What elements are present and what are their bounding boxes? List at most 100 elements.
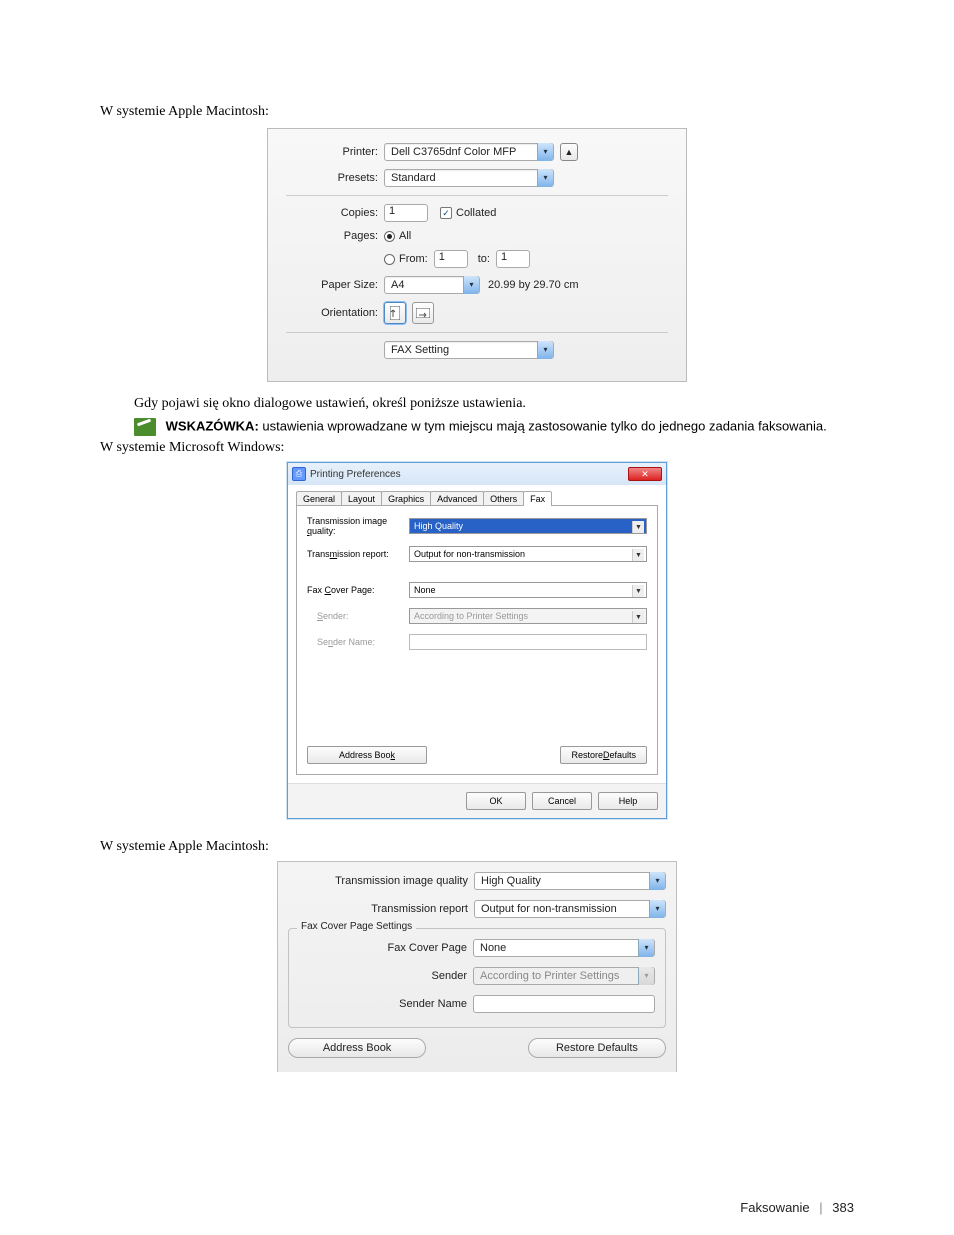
tab-bar: General Layout Graphics Advanced Others …: [296, 491, 658, 506]
tab-panel: Transmission image quality: High Quality…: [296, 505, 658, 775]
sender-name-label: Sender Name:: [307, 637, 409, 647]
text-after-mac: Gdy pojawi się okno dialogowe ustawień, …: [134, 396, 854, 412]
chevron-down-icon: ▾: [638, 967, 654, 985]
pages-to-label: to:: [478, 253, 490, 265]
pages-label: Pages:: [286, 230, 378, 242]
transmission-report-select[interactable]: Output for non-transmission ▼: [409, 546, 647, 562]
close-button[interactable]: ✕: [628, 467, 662, 481]
tab-others[interactable]: Others: [483, 491, 524, 506]
fax-cover-page-settings-group: Fax Cover Page Settings Fax Cover Page N…: [288, 928, 666, 1028]
collated-label: Collated: [456, 207, 496, 219]
tip-label: WSKAZÓWKA:: [166, 418, 259, 433]
chevron-down-icon: ▾: [537, 169, 553, 187]
pencil-icon: [134, 418, 156, 436]
orientation-label: Orientation:: [286, 307, 378, 319]
separator: [286, 195, 668, 196]
mac-fax-settings-panel: Transmission image quality High Quality …: [277, 861, 677, 1072]
orientation-portrait-button[interactable]: [384, 302, 406, 324]
collated-checkbox[interactable]: ✓: [440, 207, 452, 219]
fax-cover-page-label: Fax Cover Page:: [307, 585, 409, 595]
sender-select: According to Printer Settings ▼: [409, 608, 647, 624]
tab-fax[interactable]: Fax: [523, 491, 552, 506]
orientation-landscape-button[interactable]: [412, 302, 434, 324]
transmission-image-quality-label: Transmission image quality:: [307, 516, 409, 536]
page-footer: Faksowanie | 383: [740, 1200, 854, 1215]
footer-separator: |: [819, 1200, 822, 1215]
ok-button[interactable]: OK: [466, 792, 526, 810]
dialog-button-row: OK Cancel Help: [288, 783, 666, 818]
chevron-down-icon: ▾: [463, 276, 479, 294]
restore-defaults-button[interactable]: Restore Defaults: [528, 1038, 666, 1058]
pages-from-radio[interactable]: [384, 254, 395, 265]
text-mac-heading-1: W systemie Apple Macintosh:: [100, 104, 854, 120]
tab-advanced[interactable]: Advanced: [430, 491, 484, 506]
window-titlebar: ⎙ Printing Preferences ✕: [288, 463, 666, 485]
sender-value: According to Printer Settings: [414, 611, 528, 621]
printer-select[interactable]: Dell C3765dnf Color MFP ▾: [384, 143, 554, 161]
papersize-select[interactable]: A4 ▾: [384, 276, 480, 294]
tab-general[interactable]: General: [296, 491, 342, 506]
copies-label: Copies:: [286, 207, 378, 219]
printer-label: Printer:: [286, 146, 378, 158]
papersize-value: A4: [391, 279, 463, 291]
fax-cover-page-value: None: [414, 585, 436, 595]
window-title: Printing Preferences: [310, 469, 401, 480]
sender-name-label: Sender Name: [299, 998, 467, 1010]
text-mac-heading-2: W systemie Apple Macintosh:: [100, 839, 854, 855]
papersize-dimensions: 20.99 by 29.70 cm: [488, 279, 579, 291]
chevron-down-icon: ▼: [632, 549, 644, 561]
windows-printing-preferences-dialog: ⎙ Printing Preferences ✕ General Layout …: [287, 462, 667, 819]
fax-cover-page-label: Fax Cover Page: [299, 942, 467, 954]
transmission-report-label: Transmission report: [288, 903, 468, 915]
restore-defaults-button[interactable]: Restore Defaults: [560, 746, 647, 764]
transmission-image-quality-label: Transmission image quality: [288, 875, 468, 887]
pages-from-label: From:: [399, 253, 428, 265]
group-label: Fax Cover Page Settings: [297, 921, 416, 932]
chevron-down-icon: ▾: [638, 939, 654, 957]
cancel-button[interactable]: Cancel: [532, 792, 592, 810]
presets-value: Standard: [391, 172, 537, 184]
sender-name-input[interactable]: [473, 995, 655, 1013]
section-value: FAX Setting: [391, 344, 537, 356]
transmission-report-select[interactable]: Output for non-transmission ▾: [474, 900, 666, 918]
sender-select: According to Printer Settings ▾: [473, 967, 655, 985]
chevron-down-icon: ▼: [632, 521, 644, 533]
tip-text: ustawienia wprowadzane w tym miejscu maj…: [262, 418, 826, 433]
transmission-report-value: Output for non-transmission: [414, 549, 525, 559]
chevron-down-icon: ▾: [537, 341, 553, 359]
help-button[interactable]: Help: [598, 792, 658, 810]
section-select[interactable]: FAX Setting ▾: [384, 341, 554, 359]
address-book-button[interactable]: Address Book: [288, 1038, 426, 1058]
pages-from-input[interactable]: 1: [434, 250, 468, 268]
tab-layout[interactable]: Layout: [341, 491, 382, 506]
papersize-label: Paper Size:: [286, 279, 378, 291]
chevron-down-icon: ▾: [649, 900, 665, 918]
pages-all-radio[interactable]: [384, 231, 395, 242]
copies-input[interactable]: 1: [384, 204, 428, 222]
transmission-image-quality-select[interactable]: High Quality ▾: [474, 872, 666, 890]
sender-label: Sender: [299, 970, 467, 982]
fax-cover-page-select[interactable]: None ▾: [473, 939, 655, 957]
sender-name-input[interactable]: [409, 634, 647, 650]
transmission-image-quality-value: High Quality: [414, 521, 463, 531]
address-book-button[interactable]: Address Book: [307, 746, 427, 764]
fax-cover-page-select[interactable]: None ▼: [409, 582, 647, 598]
pages-all-label: All: [399, 230, 411, 242]
expand-button[interactable]: ▲: [560, 143, 578, 161]
printer-icon: ⎙: [292, 467, 306, 481]
chevron-down-icon: ▼: [632, 585, 644, 597]
footer-section: Faksowanie: [740, 1200, 809, 1215]
fax-cover-page-value: None: [480, 942, 506, 954]
presets-select[interactable]: Standard ▾: [384, 169, 554, 187]
presets-label: Presets:: [286, 172, 378, 184]
separator: [286, 332, 668, 333]
pages-to-input[interactable]: 1: [496, 250, 530, 268]
tab-graphics[interactable]: Graphics: [381, 491, 431, 506]
mac-print-dialog: Printer: Dell C3765dnf Color MFP ▾ ▲ Pre…: [267, 128, 687, 382]
sender-value: According to Printer Settings: [480, 970, 619, 982]
transmission-image-quality-select[interactable]: High Quality ▼: [409, 518, 647, 534]
printer-value: Dell C3765dnf Color MFP: [391, 146, 537, 158]
sender-label: Sender:: [307, 611, 409, 621]
text-win-heading: W systemie Microsoft Windows:: [100, 440, 854, 456]
footer-page-number: 383: [832, 1200, 854, 1215]
